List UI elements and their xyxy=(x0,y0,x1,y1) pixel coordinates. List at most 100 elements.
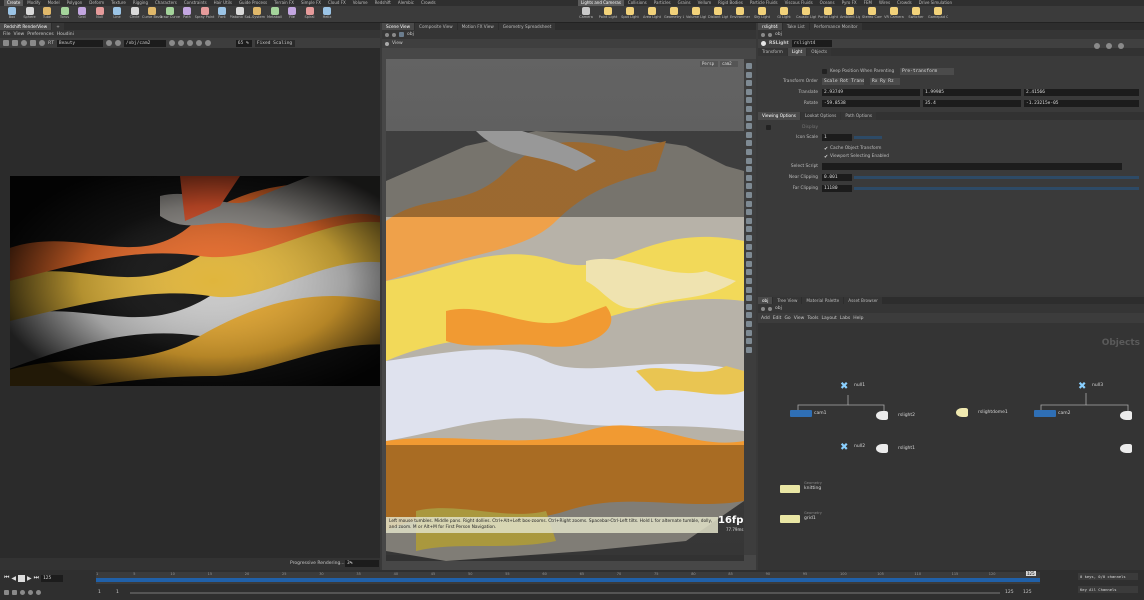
translate-y[interactable]: 1.99985 xyxy=(923,89,1021,96)
tab-viewing-options[interactable]: Viewing Options xyxy=(758,112,800,120)
tab-rslight4[interactable]: rslight4 xyxy=(758,23,782,30)
back-icon[interactable] xyxy=(761,32,765,37)
display-tool-icon[interactable] xyxy=(744,157,754,165)
display-tool-icon[interactable] xyxy=(744,286,754,294)
tab-light[interactable]: Light xyxy=(787,48,807,56)
display-tool-icon[interactable] xyxy=(744,277,754,285)
tool-sky-light[interactable]: Sky Light xyxy=(752,7,772,22)
back-icon[interactable] xyxy=(761,306,765,311)
tab-lookat-options[interactable]: Lookat Options xyxy=(800,112,841,120)
scaling-select[interactable]: Fixed Scaling xyxy=(254,39,295,47)
display-tool-icon[interactable] xyxy=(744,225,754,233)
tab-asset-browser[interactable]: Asset Browser xyxy=(844,297,882,304)
camera-menu[interactable]: cam2 xyxy=(720,61,738,67)
range-end[interactable]: 125 xyxy=(1005,590,1014,595)
range-start[interactable]: 1 xyxy=(98,590,101,595)
tool-portal-light[interactable]: Portal Light xyxy=(818,7,838,22)
tool-ambient-light[interactable]: Ambient Light xyxy=(840,7,860,22)
realtime-icon[interactable] xyxy=(36,589,41,595)
tool-area-light[interactable]: Area Light xyxy=(642,7,662,22)
translate-z[interactable]: 2.41566 xyxy=(1024,89,1139,96)
display-tool-icon[interactable] xyxy=(744,200,754,208)
display-tool-icon[interactable] xyxy=(744,114,754,122)
display-tool-icon[interactable] xyxy=(744,260,754,268)
tool-distant-light[interactable]: Distant Light xyxy=(708,7,728,22)
first-frame-icon[interactable]: ⏮ xyxy=(4,574,9,582)
tab-motion-fx-view[interactable]: Motion FX View xyxy=(457,23,498,30)
display-tool-icon[interactable] xyxy=(744,311,754,319)
menu-go[interactable]: Go xyxy=(784,316,790,321)
keep-position-checkbox[interactable] xyxy=(822,69,827,74)
tool-gi-light[interactable]: GI Light xyxy=(774,7,794,22)
tool-helix[interactable]: Helix xyxy=(317,7,337,22)
forward-icon[interactable] xyxy=(768,306,772,311)
menu-view[interactable]: View xyxy=(14,32,25,37)
channel-icon[interactable] xyxy=(105,40,112,46)
tab-geometry-spreadsheet[interactable]: Geometry Spreadsheet xyxy=(498,23,556,30)
tab-performance-monitor[interactable]: Performance Monitor xyxy=(809,23,862,30)
menu-labs[interactable]: Labs xyxy=(840,316,850,321)
info-icon[interactable] xyxy=(1118,43,1124,49)
display-tool-icon[interactable] xyxy=(744,148,754,156)
display-tool-icon[interactable] xyxy=(744,320,754,328)
key-all-channels[interactable]: Key All Channels xyxy=(1078,586,1138,593)
region-icon[interactable] xyxy=(186,40,193,46)
display-tool-icon[interactable] xyxy=(744,243,754,251)
tool-volume-light[interactable]: Volume Light xyxy=(686,7,706,22)
menu-view[interactable]: View xyxy=(794,316,805,321)
display-tool-icon[interactable] xyxy=(744,122,754,130)
tab-composite-view[interactable]: Composite View xyxy=(415,23,457,30)
range-start-2[interactable]: 1 xyxy=(116,590,119,595)
node-name-field[interactable]: rslight4 xyxy=(791,40,832,47)
tool-geometry-light[interactable]: Geometry Light xyxy=(664,7,684,22)
param-path[interactable]: obj xyxy=(775,32,782,37)
timeline-ruler[interactable]: 125 1 5 10 15 20 25 30 35 40 45 50 55 60 65 70 75 80 85 90… xyxy=(96,571,1040,584)
tool-switcher[interactable]: Switcher xyxy=(906,7,926,22)
tool-camera[interactable]: Camera xyxy=(576,7,596,22)
network-path[interactable]: obj xyxy=(775,306,782,311)
display-tool-icon[interactable] xyxy=(744,71,754,79)
menu-preferences[interactable]: Preferences xyxy=(27,32,53,37)
help-icon[interactable] xyxy=(1106,43,1112,49)
range-icon[interactable] xyxy=(12,589,17,595)
select-script-field[interactable] xyxy=(822,163,1122,170)
tab-material-palette[interactable]: Material Palette xyxy=(802,297,844,304)
range-slider[interactable] xyxy=(130,592,1000,594)
icon-scale-field[interactable]: 1 xyxy=(822,134,852,141)
menu-houdini[interactable]: Houdini xyxy=(57,32,74,37)
display-tool-icon[interactable] xyxy=(744,234,754,242)
tool-environment-light[interactable]: Environment Light xyxy=(730,7,750,22)
crop-icon[interactable] xyxy=(177,40,184,46)
menu-file[interactable]: File xyxy=(3,32,11,37)
camera-select[interactable]: /obj/cam2 xyxy=(123,39,166,47)
tab-render-view[interactable]: Redshift RenderView xyxy=(0,23,52,30)
zoom-field[interactable]: 65 % xyxy=(235,39,252,47)
tab-tree-view[interactable]: Tree View xyxy=(773,297,802,304)
menu-help[interactable]: Help xyxy=(853,316,863,321)
aov-select[interactable]: Beauty xyxy=(56,39,103,47)
tool-stereo-camera[interactable]: Stereo Camera xyxy=(862,7,882,22)
tab-obj[interactable]: obj xyxy=(758,297,773,304)
last-frame-icon[interactable]: ⏭ xyxy=(34,574,39,582)
display-tool-icon[interactable] xyxy=(744,96,754,104)
viewport[interactable]: Persp cam2 16fps 77.79ms Left mouse tumb… xyxy=(386,59,749,561)
audio-icon[interactable] xyxy=(28,589,33,595)
menu-edit[interactable]: Edit xyxy=(773,316,782,321)
snapshot-icon[interactable] xyxy=(168,40,175,46)
cache-transform-check[interactable]: ✔ xyxy=(824,146,828,152)
display-tool-icon[interactable] xyxy=(744,88,754,96)
tab-transform[interactable]: Transform xyxy=(758,48,787,56)
display-tool-icon[interactable] xyxy=(744,165,754,173)
forward-icon[interactable] xyxy=(768,32,772,37)
display-tool-icon[interactable] xyxy=(744,337,754,345)
stop-icon[interactable] xyxy=(18,574,26,582)
key-icon[interactable] xyxy=(4,589,9,595)
near-clip-slider[interactable] xyxy=(854,176,1139,179)
keep-position-select[interactable]: Pre-transform xyxy=(900,68,954,75)
rotate-z[interactable]: -1.23215e-05 xyxy=(1024,100,1139,107)
save-icon[interactable] xyxy=(3,40,9,46)
fit-icon[interactable] xyxy=(204,40,211,46)
back-icon[interactable] xyxy=(385,32,389,37)
translate-x[interactable]: 2.93749 xyxy=(822,89,920,96)
rotate-order-select[interactable]: Rx Ry Rz xyxy=(870,78,900,85)
